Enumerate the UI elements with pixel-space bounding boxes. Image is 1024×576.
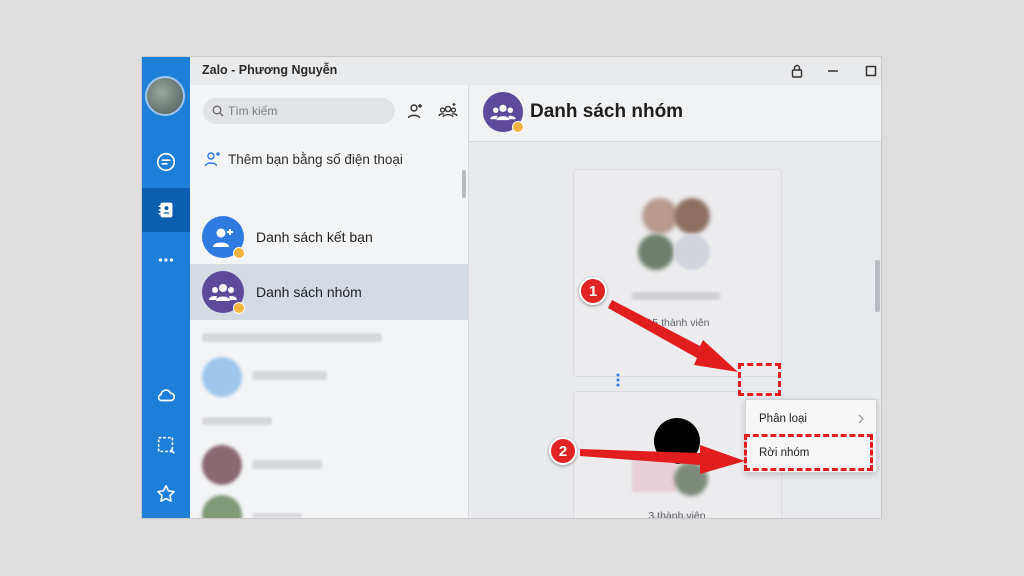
blurred-group-avatar <box>632 458 676 492</box>
group-list-header-avatar <box>483 92 524 133</box>
step-1-marker: 1 <box>579 277 607 305</box>
add-person-icon <box>204 152 220 167</box>
blurred-group-avatar <box>674 234 710 270</box>
classify-menu-item[interactable]: Phân loại <box>746 404 876 434</box>
user-avatar[interactable] <box>145 76 185 116</box>
add-person-icon <box>213 228 233 247</box>
group-member-count: 15 thành viên <box>646 317 710 329</box>
search-icon <box>212 105 224 117</box>
add-by-phone-link[interactable]: Thêm bạn bằng số điện thoại <box>204 151 403 167</box>
search-input[interactable]: Tìm kiếm <box>203 98 395 124</box>
more-vertical-icon <box>616 373 620 387</box>
add-friend-icon <box>407 104 422 119</box>
group-options-button[interactable] <box>599 366 637 394</box>
nav-screenshot-button[interactable] <box>142 423 190 467</box>
blurred-group-avatar <box>638 234 674 270</box>
blurred-name <box>252 460 322 469</box>
chat-icon <box>156 152 176 172</box>
friend-requests-item[interactable]: Danh sách kết bạn <box>190 209 468 265</box>
contacts-panel: Tìm kiếm Thêm bạn bằng số điện thoại Dan… <box>190 85 469 518</box>
add-by-phone-label: Thêm bạn bằng số điện thoại <box>228 151 403 167</box>
blurred-name <box>252 371 327 380</box>
screenshot-icon <box>157 436 175 454</box>
group-list-avatar <box>202 271 245 314</box>
add-friend-button[interactable] <box>404 100 426 122</box>
contacts-icon <box>158 202 173 218</box>
cloud-icon <box>157 389 176 402</box>
blurred-section-header <box>202 417 272 425</box>
group-card[interactable]: 15 thành viên <box>573 169 782 377</box>
group-icon <box>209 284 237 301</box>
main-scrollbar[interactable] <box>875 260 880 312</box>
blurred-group-avatar <box>674 198 710 234</box>
group-member-count: 3 thành viên <box>648 510 706 518</box>
chevron-right-icon <box>858 414 864 424</box>
title-bar: Zalo - Phương Nguyễn <box>190 57 881 85</box>
nav-cloud-button[interactable] <box>142 373 190 417</box>
blurred-group-avatar <box>674 462 708 496</box>
leave-group-highlight <box>744 434 873 471</box>
main-header: Danh sách nhóm <box>469 85 881 142</box>
group-icon <box>490 104 516 121</box>
lock-icon <box>791 64 803 78</box>
nav-messages-button[interactable] <box>142 140 190 184</box>
friend-requests-label: Danh sách kết bạn <box>256 229 373 245</box>
list-scrollbar[interactable] <box>462 170 466 198</box>
blurred-group-name <box>632 292 720 300</box>
blurred-group-avatar <box>642 198 678 234</box>
classify-label: Phân loại <box>759 413 807 425</box>
more-horizontal-icon <box>158 258 174 262</box>
minimize-icon <box>828 70 838 72</box>
nav-contacts-button[interactable] <box>142 188 190 232</box>
blurred-avatar <box>202 357 242 397</box>
verified-badge <box>233 247 245 259</box>
nav-rail <box>142 57 190 518</box>
lock-button[interactable] <box>787 61 807 81</box>
verified-badge <box>233 302 245 314</box>
maximize-button[interactable] <box>861 61 881 81</box>
create-group-button[interactable] <box>437 100 459 122</box>
group-list-label: Danh sách nhóm <box>256 284 362 300</box>
blurred-avatar <box>202 445 242 485</box>
minimize-button[interactable] <box>823 61 843 81</box>
friend-requests-avatar <box>202 216 245 259</box>
star-icon <box>157 484 175 502</box>
nav-favorites-button[interactable] <box>142 472 190 516</box>
blurred-section-header <box>202 333 382 342</box>
nav-more-button[interactable] <box>142 238 190 282</box>
step-2-marker: 2 <box>549 437 577 465</box>
verified-badge <box>512 121 524 133</box>
blurred-avatar <box>202 495 242 518</box>
page-title: Danh sách nhóm <box>530 101 684 122</box>
create-group-icon <box>438 103 458 118</box>
maximize-icon <box>865 65 877 77</box>
window-title: Zalo - Phương Nguyễn <box>202 63 338 77</box>
options-button-highlight <box>738 363 781 396</box>
search-placeholder: Tìm kiếm <box>228 104 278 118</box>
blurred-name <box>252 513 302 518</box>
group-list-item[interactable]: Danh sách nhóm <box>190 264 468 320</box>
